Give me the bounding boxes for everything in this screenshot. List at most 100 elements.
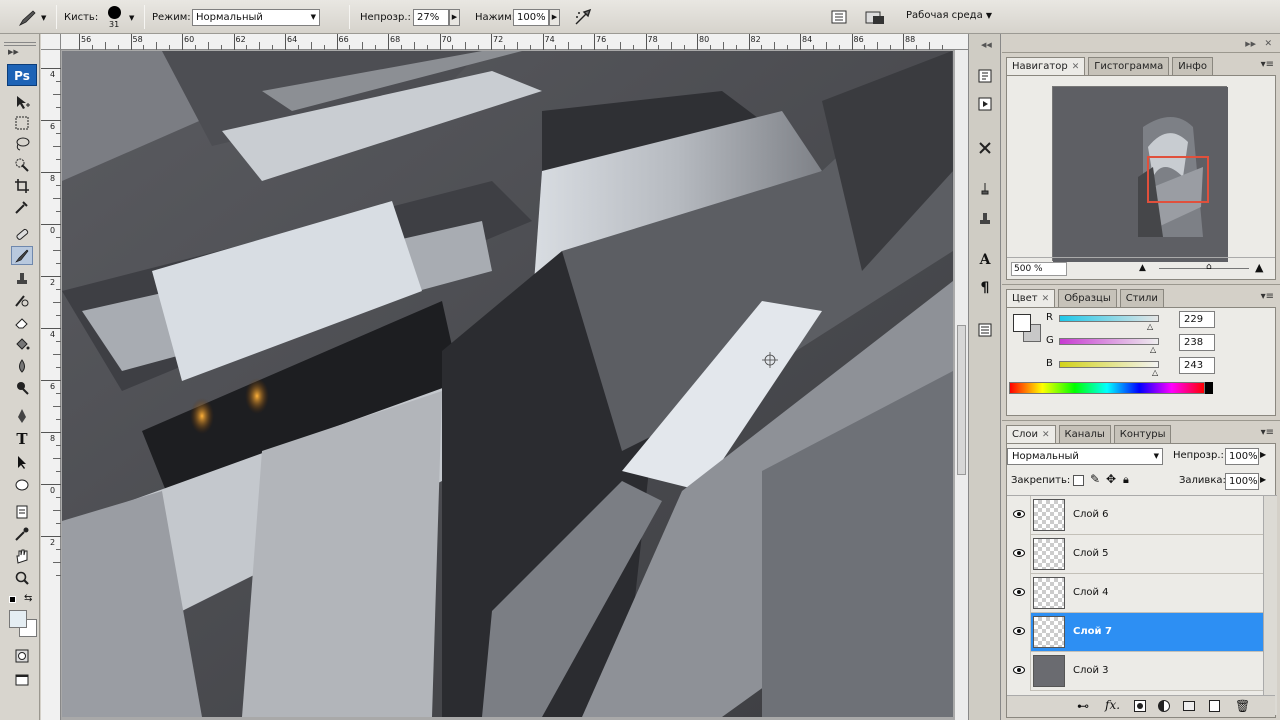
blend-mode-select[interactable]: Нормальный ▼ (1007, 448, 1163, 465)
type-tool-icon[interactable]: T (11, 429, 33, 448)
notes-tool-icon[interactable] (11, 502, 33, 521)
link-icon[interactable]: ⊷ (1077, 699, 1089, 713)
eyedropper-icon[interactable] (11, 524, 33, 543)
image-canvas[interactable] (62, 51, 953, 717)
adjustment-icon[interactable] (1158, 700, 1170, 712)
panel-menu-icon[interactable]: ▾≡ (1261, 291, 1274, 302)
color-spectrum-bar[interactable] (1009, 382, 1205, 394)
lock-position-icon[interactable]: ✥ (1106, 472, 1116, 486)
fill-slider-arrow-icon[interactable]: ▶ (1260, 475, 1266, 484)
zoom-out-icon[interactable]: ▲ (1139, 263, 1146, 273)
healing-brush-tool-icon[interactable] (11, 224, 33, 243)
visibility-toggle[interactable] (1007, 652, 1031, 691)
history-panel-icon[interactable] (974, 66, 996, 86)
opacity-slider-arrow-icon[interactable]: ▶ (1260, 450, 1266, 459)
pen-tool-icon[interactable] (11, 406, 33, 425)
tab-navigator[interactable]: Навигатор ✕ (1006, 57, 1086, 75)
tab-styles[interactable]: Стили (1119, 289, 1164, 307)
swap-colors-icon[interactable]: ⇆ (24, 593, 32, 604)
new-layer-icon[interactable] (1209, 700, 1220, 712)
layer-row[interactable]: Слой 4 (1007, 574, 1263, 613)
lock-pixels-icon[interactable]: ✎ (1090, 472, 1100, 486)
group-icon[interactable] (1183, 701, 1195, 711)
marquee-tool-icon[interactable] (11, 113, 33, 132)
expand-dock-icon[interactable]: ◀◀ (981, 41, 992, 49)
vertical-scrollbar[interactable] (954, 50, 968, 720)
mask-icon[interactable] (1134, 700, 1146, 712)
zoom-tool-icon[interactable] (11, 568, 33, 587)
screen-mode-icon[interactable] (11, 670, 33, 689)
paragraph-panel-icon[interactable]: ¶ (974, 278, 996, 298)
layer-opacity-input[interactable]: 100% (1225, 448, 1259, 465)
brush-tool-icon[interactable] (11, 246, 33, 265)
flow-input[interactable]: 100% (513, 9, 549, 26)
toolbox-grip[interactable] (4, 42, 36, 46)
tab-info[interactable]: Инфо (1172, 57, 1213, 75)
dodge-tool-icon[interactable] (11, 378, 33, 397)
clone-source-icon[interactable] (974, 208, 996, 228)
brushes-panel-icon[interactable] (974, 180, 996, 200)
scrollbar-thumb[interactable] (957, 325, 966, 475)
channel-r-input[interactable]: 229 (1179, 311, 1215, 328)
shape-tool-icon[interactable] (11, 475, 33, 494)
quick-selection-tool-icon[interactable] (11, 155, 33, 174)
close-tab-icon[interactable]: ✕ (1072, 62, 1080, 72)
brush-picker-arrow-icon[interactable]: ▼ (129, 14, 134, 22)
fill-input[interactable]: 100% (1225, 473, 1259, 490)
foreground-color-swatch[interactable] (9, 610, 27, 628)
slider-thumb-icon[interactable]: △ (1150, 345, 1156, 354)
panel-menu-icon[interactable]: ▾≡ (1261, 427, 1274, 438)
channel-b-input[interactable]: 243 (1179, 357, 1215, 374)
ruler-origin[interactable] (41, 34, 61, 50)
visibility-toggle[interactable] (1007, 574, 1031, 613)
trash-icon[interactable]: 🗑︎ (1235, 699, 1250, 713)
collapse-toolbox-icon[interactable]: ▶▶ (8, 48, 19, 56)
eyedropper-tool-icon[interactable] (11, 197, 33, 216)
channel-b-slider[interactable] (1059, 361, 1159, 368)
close-dock-icon[interactable]: ✕ (1264, 39, 1272, 49)
channel-g-input[interactable]: 238 (1179, 334, 1215, 351)
slider-thumb-icon[interactable]: △ (1152, 368, 1158, 377)
ruler-vertical[interactable]: 4 6 8 0 2 4 6 8 0 2 (41, 50, 61, 720)
visibility-toggle[interactable] (1007, 496, 1031, 535)
layer-row[interactable]: Слой 5 (1007, 535, 1263, 574)
layers-scrollbar[interactable] (1263, 496, 1277, 715)
tool-presets-icon[interactable] (974, 138, 996, 158)
default-colors-icon[interactable] (9, 596, 16, 603)
history-brush-tool-icon[interactable] (11, 290, 33, 309)
layer-row[interactable]: Слой 6 (1007, 496, 1263, 535)
brush-tool-icon[interactable] (17, 9, 37, 30)
character-panel-icon[interactable]: A (974, 250, 996, 270)
zoom-in-icon[interactable]: ▲ (1255, 261, 1263, 274)
channel-r-slider[interactable] (1059, 315, 1159, 322)
mode-select[interactable]: Нормальный ▼ (192, 9, 320, 26)
tab-histogram[interactable]: Гистограмма (1088, 57, 1170, 75)
fx-icon[interactable]: fx. (1105, 698, 1120, 712)
zoom-input[interactable]: 500 % (1011, 262, 1067, 276)
lock-transparency-icon[interactable] (1073, 475, 1084, 486)
black-swatch[interactable] (1205, 382, 1213, 394)
eraser-tool-icon[interactable] (11, 312, 33, 331)
hand-tool-icon[interactable] (11, 546, 33, 565)
layer-row[interactable]: Слой 3 (1007, 652, 1263, 691)
tab-layers[interactable]: Слои ✕ (1006, 425, 1056, 443)
lasso-tool-icon[interactable] (11, 134, 33, 153)
actions-panel-icon[interactable] (974, 94, 996, 114)
layer-comps-icon[interactable] (974, 320, 996, 340)
close-tab-icon[interactable]: ✕ (1042, 430, 1050, 440)
move-tool-icon[interactable] (11, 92, 33, 111)
airbrush-icon[interactable] (574, 8, 594, 29)
quick-mask-icon[interactable] (11, 646, 33, 665)
path-selection-tool-icon[interactable] (11, 452, 33, 471)
tab-color[interactable]: Цвет ✕ (1006, 289, 1056, 307)
foreground-color-swatch[interactable] (1013, 314, 1031, 332)
lock-all-icon[interactable]: 🔒︎ (1123, 473, 1129, 487)
slider-thumb-icon[interactable]: △ (1147, 322, 1153, 331)
tool-preset-dropdown-icon[interactable]: ▼ (41, 14, 46, 22)
channel-g-slider[interactable] (1059, 338, 1159, 345)
close-tab-icon[interactable]: ✕ (1042, 294, 1050, 304)
blur-tool-icon[interactable] (11, 356, 33, 375)
flow-slider-arrow-icon[interactable]: ▶ (549, 9, 560, 26)
layer-row[interactable]: Слой 7 (1007, 613, 1263, 652)
clone-stamp-tool-icon[interactable] (11, 268, 33, 287)
